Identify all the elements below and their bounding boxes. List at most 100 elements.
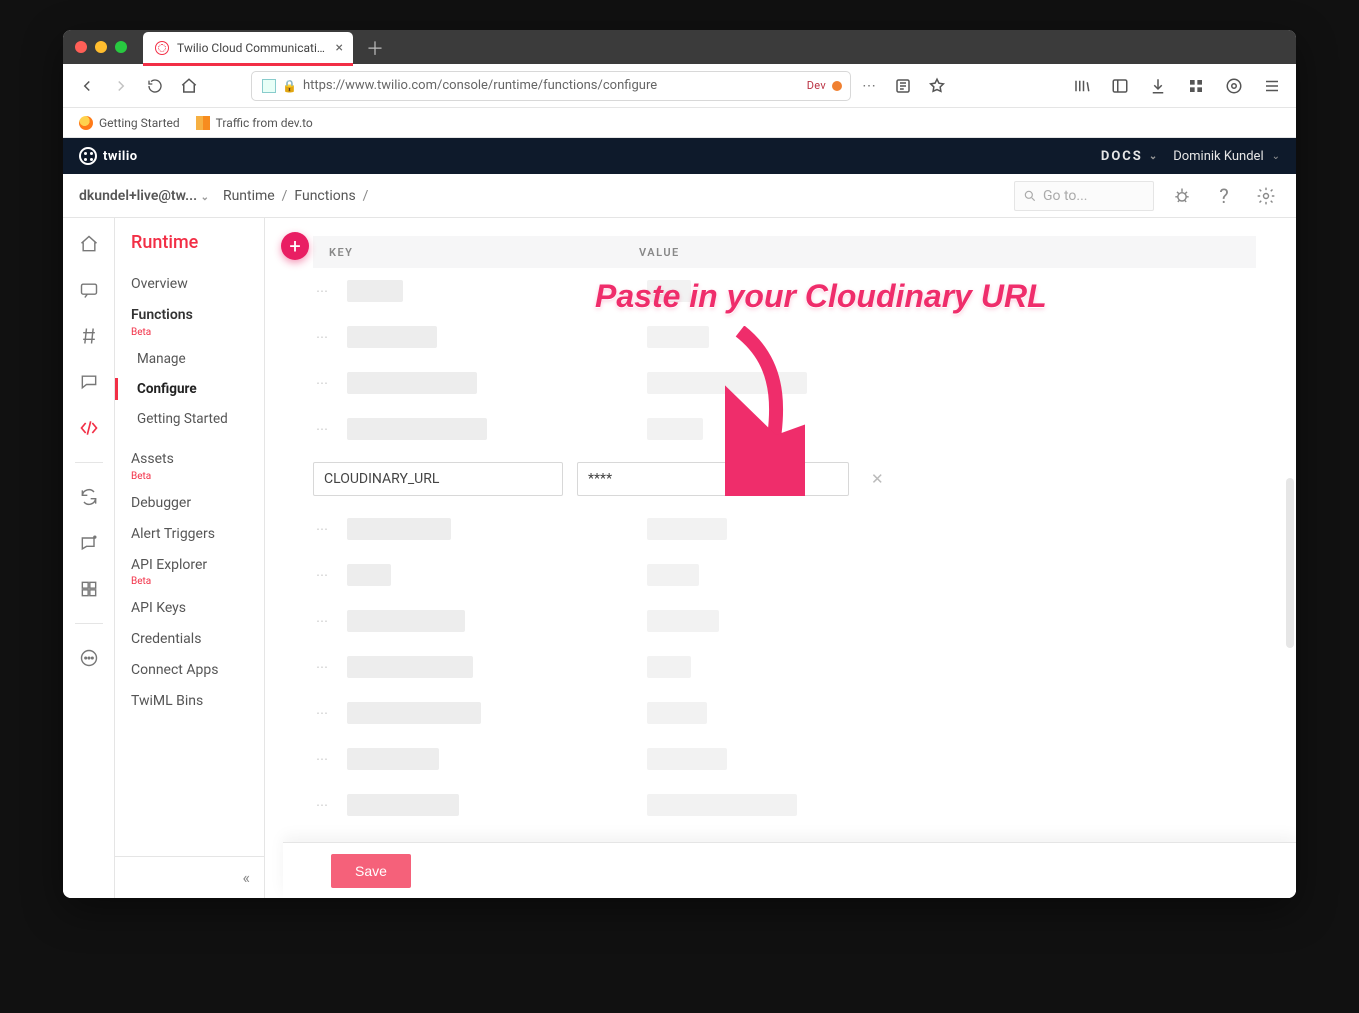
drag-handle-icon[interactable]: ⋯	[313, 330, 331, 344]
docs-link[interactable]: DOCS ⌄	[1101, 149, 1159, 164]
sidenav: Runtime Overview Functions Beta Manage C…	[115, 218, 265, 898]
table-row: ⋯	[313, 560, 1256, 590]
sidenav-alert-triggers[interactable]: Alert Triggers	[115, 519, 264, 550]
blurred-key	[347, 748, 439, 770]
rail-runtime-icon[interactable]	[75, 414, 103, 442]
help-icon[interactable]: ?	[1210, 182, 1238, 210]
url-text: https://www.twilio.com/console/runtime/f…	[303, 78, 801, 93]
drag-handle-icon[interactable]: ⋯	[313, 376, 331, 390]
grid-icon[interactable]	[1184, 74, 1208, 98]
table-row: ⋯	[313, 276, 1256, 306]
rail-separator	[75, 462, 103, 463]
site-info-icon[interactable]	[262, 79, 276, 93]
home-button[interactable]	[177, 74, 201, 98]
sidenav-configure[interactable]: Configure	[115, 374, 264, 404]
drag-handle-icon[interactable]: ⋯	[313, 706, 331, 720]
bookmark-dev-to[interactable]: Traffic from dev.to	[196, 116, 313, 130]
chevron-down-icon: ⌄	[1149, 151, 1159, 162]
scrollbar[interactable]	[1284, 218, 1296, 842]
sidenav-debugger[interactable]: Debugger	[115, 488, 264, 519]
minimize-icon[interactable]	[95, 41, 107, 53]
rail-separator	[75, 623, 103, 624]
drag-handle-icon[interactable]: ⋯	[313, 614, 331, 628]
rail-hash-icon[interactable]	[75, 322, 103, 350]
library-icon[interactable]	[1070, 74, 1094, 98]
drag-handle-icon[interactable]: ⋯	[313, 660, 331, 674]
twilio-favicon-icon	[155, 41, 169, 55]
rail-more-icon[interactable]	[75, 644, 103, 672]
drag-handle-icon[interactable]: ⋯	[313, 284, 331, 298]
gear-icon[interactable]	[1252, 182, 1280, 210]
reload-button[interactable]	[143, 74, 167, 98]
download-icon[interactable]	[1146, 74, 1170, 98]
sidebar-icon[interactable]	[1108, 74, 1132, 98]
table-row: ⋯	[313, 744, 1256, 774]
blurred-key	[347, 564, 391, 586]
user-menu[interactable]: Dominik Kundel ⌄	[1173, 149, 1280, 164]
search-icon	[1023, 189, 1037, 203]
sidenav-connect-apps[interactable]: Connect Apps	[115, 655, 264, 686]
drag-handle-icon[interactable]: ⋯	[313, 752, 331, 766]
browser-tab[interactable]: Twilio Cloud Communications | ×	[143, 32, 353, 66]
extension-icon[interactable]	[1222, 74, 1246, 98]
value-input[interactable]: ****	[577, 462, 849, 496]
sidenav-api-explorer[interactable]: API Explorer	[115, 550, 264, 581]
page-actions-icon[interactable]: ⋯	[857, 74, 881, 98]
drag-handle-icon[interactable]: ⋯	[313, 798, 331, 812]
sidenav-api-keys[interactable]: API Keys	[115, 593, 264, 624]
maximize-icon[interactable]	[115, 41, 127, 53]
col-key: KEY	[329, 246, 639, 259]
blurred-key	[347, 518, 451, 540]
key-text: CLOUDINARY_URL	[324, 471, 439, 487]
scrollbar-thumb[interactable]	[1286, 478, 1294, 648]
blurred-value	[647, 702, 707, 724]
sidenav-functions[interactable]: Functions	[115, 300, 264, 331]
forward-button[interactable]	[109, 74, 133, 98]
address-bar[interactable]: 🔒 https://www.twilio.com/console/runtime…	[251, 71, 851, 101]
menu-icon[interactable]	[1260, 74, 1284, 98]
add-button[interactable]: +	[281, 232, 309, 260]
save-button[interactable]: Save	[331, 854, 411, 888]
star-icon[interactable]	[925, 74, 949, 98]
close-tab-icon[interactable]: ×	[336, 40, 343, 56]
drag-handle-icon[interactable]: ⋯	[313, 568, 331, 582]
twilio-logo[interactable]: twilio	[79, 147, 138, 165]
key-input[interactable]: CLOUDINARY_URL	[313, 462, 563, 496]
bookmark-label: Traffic from dev.to	[216, 116, 313, 130]
rail-messaging-icon[interactable]	[75, 276, 103, 304]
rail-studio-icon[interactable]	[75, 575, 103, 603]
sidenav-manage[interactable]: Manage	[115, 344, 264, 374]
user-name: Dominik Kundel	[1173, 149, 1263, 164]
blurred-value	[647, 280, 691, 302]
analytics-icon	[196, 116, 210, 130]
remove-row-icon[interactable]: ✕	[871, 470, 884, 488]
new-tab-button[interactable]: ＋	[361, 32, 389, 64]
sidenav-assets[interactable]: Assets	[115, 444, 264, 475]
close-icon[interactable]	[75, 41, 87, 53]
blurred-value	[647, 794, 797, 816]
rail-chat-icon[interactable]	[75, 368, 103, 396]
account-selector[interactable]: dkundel+live@tw... ⌄	[79, 188, 209, 204]
search-placeholder: Go to...	[1043, 188, 1088, 204]
rail-notify-icon[interactable]	[75, 529, 103, 557]
sidenav-credentials[interactable]: Credentials	[115, 624, 264, 655]
sidenav-overview[interactable]: Overview	[115, 269, 264, 300]
drag-handle-icon[interactable]: ⋯	[313, 422, 331, 436]
blurred-value	[647, 610, 719, 632]
rail-sync-icon[interactable]	[75, 483, 103, 511]
dev-label: Dev	[807, 79, 826, 92]
rail-home-icon[interactable]	[75, 230, 103, 258]
drag-handle-icon[interactable]: ⋯	[313, 522, 331, 536]
crumb-functions[interactable]: Functions	[294, 188, 355, 204]
bookmark-label: Getting Started	[99, 116, 180, 130]
sidenav-getting-started[interactable]: Getting Started	[115, 404, 264, 434]
crumb-runtime[interactable]: Runtime	[223, 188, 275, 204]
docs-label: DOCS	[1101, 149, 1143, 164]
reader-icon[interactable]	[891, 74, 915, 98]
search-input[interactable]: Go to...	[1014, 181, 1154, 211]
collapse-sidebar-button[interactable]: «	[115, 856, 264, 898]
bookmark-getting-started[interactable]: Getting Started	[79, 116, 180, 130]
debug-icon[interactable]	[1168, 182, 1196, 210]
back-button[interactable]	[75, 74, 99, 98]
sidenav-twiml-bins[interactable]: TwiML Bins	[115, 686, 264, 717]
